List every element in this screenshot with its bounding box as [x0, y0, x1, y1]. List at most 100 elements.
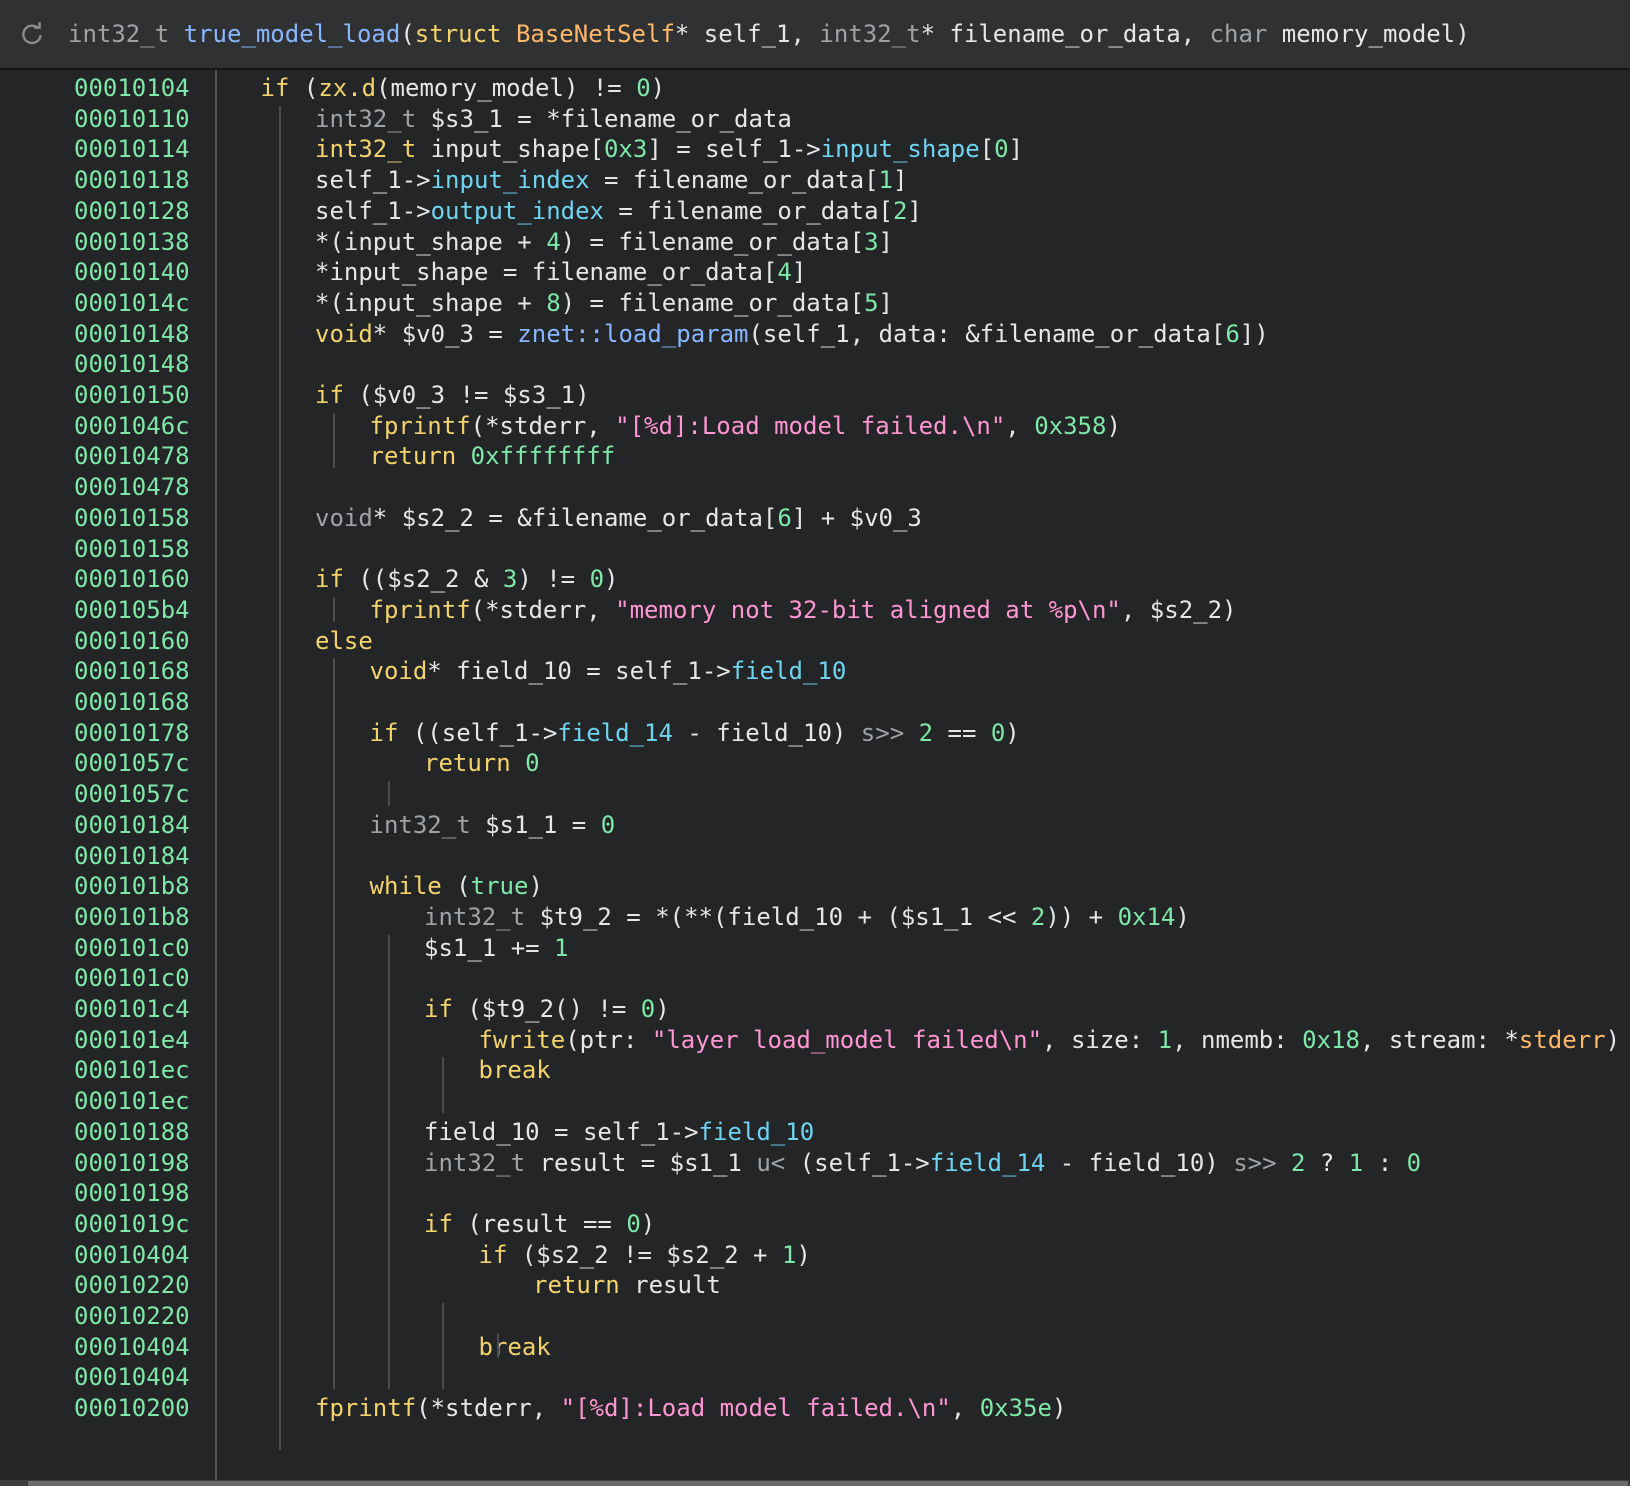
line-address[interactable]: 0001057c — [74, 747, 214, 779]
horizontal-scrollbar-thumb[interactable] — [28, 1481, 1628, 1486]
code-line[interactable]: 00010138 *(input_shape + 4) = filename_or… — [0, 226, 1630, 258]
line-address[interactable]: 00010478 — [74, 440, 214, 472]
line-code: field_10 = self_1->field_10 — [424, 1116, 814, 1148]
code-token: 0x3 — [603, 135, 648, 164]
line-address[interactable]: 000105b4 — [74, 594, 214, 626]
code-line[interactable]: 00010104 if (zx.d(memory_model) != 0) — [0, 72, 1630, 104]
code-line[interactable]: 000105b4 fprintf(*stderr, "memory not 32-… — [0, 594, 1630, 626]
line-address[interactable]: 000101ec — [74, 1054, 214, 1086]
line-address[interactable]: 00010158 — [74, 533, 214, 565]
line-address[interactable]: 000101ec — [74, 1085, 214, 1117]
code-line[interactable]: 00010200 fprintf(*stderr, "[%d]:Load mode… — [0, 1392, 1630, 1424]
code-line[interactable]: 00010404 if ($s2_2 != $s2_2 + 1) — [0, 1239, 1630, 1271]
code-line[interactable]: 00010158 — [0, 533, 1630, 565]
code-line[interactable]: 00010404 — [0, 1361, 1630, 1393]
code-line[interactable]: 00010148 void* $v0_3 = znet::load_param(s… — [0, 318, 1630, 350]
code-line[interactable]: 000101c4 if ($t9_2() != 0) — [0, 993, 1630, 1025]
code-line[interactable]: 00010184 — [0, 840, 1630, 872]
decompiled-code-area[interactable]: 00010104 if (zx.d(memory_model) != 0) 0001… — [0, 70, 1630, 1480]
line-address[interactable]: 00010160 — [74, 625, 214, 657]
code-line[interactable]: 00010168 void* field_10 = self_1->field_1… — [0, 655, 1630, 687]
line-address[interactable]: 00010184 — [74, 840, 214, 872]
line-address[interactable]: 00010114 — [74, 133, 214, 165]
code-line[interactable]: 00010150 if ($v0_3 != $s3_1) — [0, 379, 1630, 411]
code-line[interactable]: 00010168 — [0, 686, 1630, 718]
line-address[interactable]: 000101c0 — [74, 932, 214, 964]
line-address[interactable]: 000101b8 — [74, 901, 214, 933]
code-token: ] — [907, 196, 922, 225]
refresh-icon[interactable] — [18, 20, 46, 48]
code-line[interactable]: 0001057c return 0 — [0, 747, 1630, 779]
code-line[interactable]: 0001019c if (result == 0) — [0, 1208, 1630, 1240]
code-line[interactable]: 00010118 self_1->input_index = filename_o… — [0, 164, 1630, 196]
line-address[interactable]: 00010150 — [74, 379, 214, 411]
code-line[interactable]: 00010184 int32_t $s1_1 = 0 — [0, 809, 1630, 841]
code-line[interactable]: 00010404 break — [0, 1331, 1630, 1363]
code-line[interactable]: 000101b8 int32_t $t9_2 = *(**(field_10 + … — [0, 901, 1630, 933]
line-address[interactable]: 00010404 — [74, 1361, 214, 1393]
line-address[interactable]: 000101b8 — [74, 870, 214, 902]
code-token: ($v0_3 != $s3_1) — [358, 381, 590, 409]
code-line[interactable]: 000101e4 fwrite(ptr: "layer load_model fa… — [0, 1024, 1630, 1056]
line-address[interactable]: 00010478 — [74, 471, 214, 503]
line-address[interactable]: 00010104 — [74, 72, 214, 104]
code-line[interactable]: 000101ec — [0, 1085, 1630, 1117]
line-address[interactable]: 00010168 — [74, 686, 214, 718]
code-line[interactable]: 00010158 void* $s2_2 = &filename_or_data[… — [0, 502, 1630, 534]
code-line[interactable]: 00010198 — [0, 1177, 1630, 1209]
line-address[interactable]: 00010138 — [74, 226, 214, 258]
line-address[interactable]: 00010404 — [74, 1239, 214, 1271]
code-line[interactable]: 00010110 int32_t $s3_1 = *filename_or_dat… — [0, 103, 1630, 135]
code-line[interactable]: 0001057c — [0, 778, 1630, 810]
line-address[interactable]: 00010118 — [74, 164, 214, 196]
line-address[interactable]: 000101c0 — [74, 962, 214, 994]
code-line[interactable]: 000101b8 while (true) — [0, 870, 1630, 902]
line-address[interactable]: 00010178 — [74, 717, 214, 749]
code-line[interactable]: 00010198 int32_t result = $s1_1 u< (self_… — [0, 1147, 1630, 1179]
line-address[interactable]: 00010140 — [74, 256, 214, 288]
code-token: ] — [892, 166, 908, 195]
line-address[interactable]: 00010200 — [74, 1392, 214, 1424]
code-line[interactable]: 000101c0 $s1_1 += 1 — [0, 932, 1630, 964]
code-line[interactable]: 00010160 else — [0, 625, 1630, 657]
code-line[interactable]: 00010140 *input_shape = filename_or_data[… — [0, 256, 1630, 288]
line-address[interactable]: 000101c4 — [74, 993, 214, 1025]
line-address[interactable]: 0001046c — [74, 410, 214, 442]
line-address[interactable]: 00010128 — [74, 195, 214, 227]
line-address[interactable]: 00010220 — [74, 1300, 214, 1332]
line-address[interactable]: 0001014c — [74, 287, 214, 319]
code-token: else — [315, 626, 373, 655]
code-line[interactable]: 00010128 self_1->output_index = filename_… — [0, 195, 1630, 227]
code-line[interactable]: 00010188 field_10 = self_1->field_10 — [0, 1116, 1630, 1148]
line-address[interactable]: 00010198 — [74, 1147, 214, 1179]
code-line[interactable]: 000101c0 — [0, 962, 1630, 994]
line-code: if ($v0_3 != $s3_1) — [315, 379, 590, 411]
code-line[interactable]: 0001046c fprintf(*stderr, "[%d]:Load mode… — [0, 410, 1630, 442]
code-line[interactable]: 0001014c *(input_shape + 8) = filename_or… — [0, 287, 1630, 319]
code-line[interactable]: 00010220 — [0, 1300, 1630, 1332]
line-address[interactable]: 00010220 — [74, 1269, 214, 1301]
code-line[interactable]: 00010220 return result — [0, 1269, 1630, 1301]
code-line[interactable]: 00010478 return 0xffffffff — [0, 440, 1630, 472]
code-token: ] — [878, 288, 893, 317]
line-address[interactable]: 00010110 — [74, 103, 214, 135]
code-line[interactable]: 00010114 int32_t input_shape[0x3] = self_… — [0, 133, 1630, 165]
line-address[interactable]: 00010188 — [74, 1116, 214, 1148]
line-address[interactable]: 00010198 — [74, 1177, 214, 1209]
code-line[interactable]: 00010478 — [0, 471, 1630, 503]
code-line[interactable]: 00010160 if (($s2_2 & 3) != 0) — [0, 563, 1630, 595]
line-address[interactable]: 00010184 — [74, 809, 214, 841]
line-address[interactable]: 00010148 — [74, 348, 214, 380]
line-address[interactable]: 0001057c — [74, 778, 214, 810]
line-address[interactable]: 0001019c — [74, 1208, 214, 1240]
code-token: *input_shape = filename_or_data[ — [315, 258, 778, 287]
code-line[interactable]: 00010178 if ((self_1->field_14 - field_10… — [0, 717, 1630, 749]
line-address[interactable]: 00010148 — [74, 318, 214, 350]
code-line[interactable]: 000101ec break — [0, 1054, 1630, 1086]
line-address[interactable]: 00010160 — [74, 563, 214, 595]
line-address[interactable]: 00010168 — [74, 655, 214, 687]
code-line[interactable]: 00010148 — [0, 348, 1630, 380]
line-address[interactable]: 000101e4 — [74, 1024, 214, 1056]
line-address[interactable]: 00010158 — [74, 502, 214, 534]
line-address[interactable]: 00010404 — [74, 1331, 214, 1363]
